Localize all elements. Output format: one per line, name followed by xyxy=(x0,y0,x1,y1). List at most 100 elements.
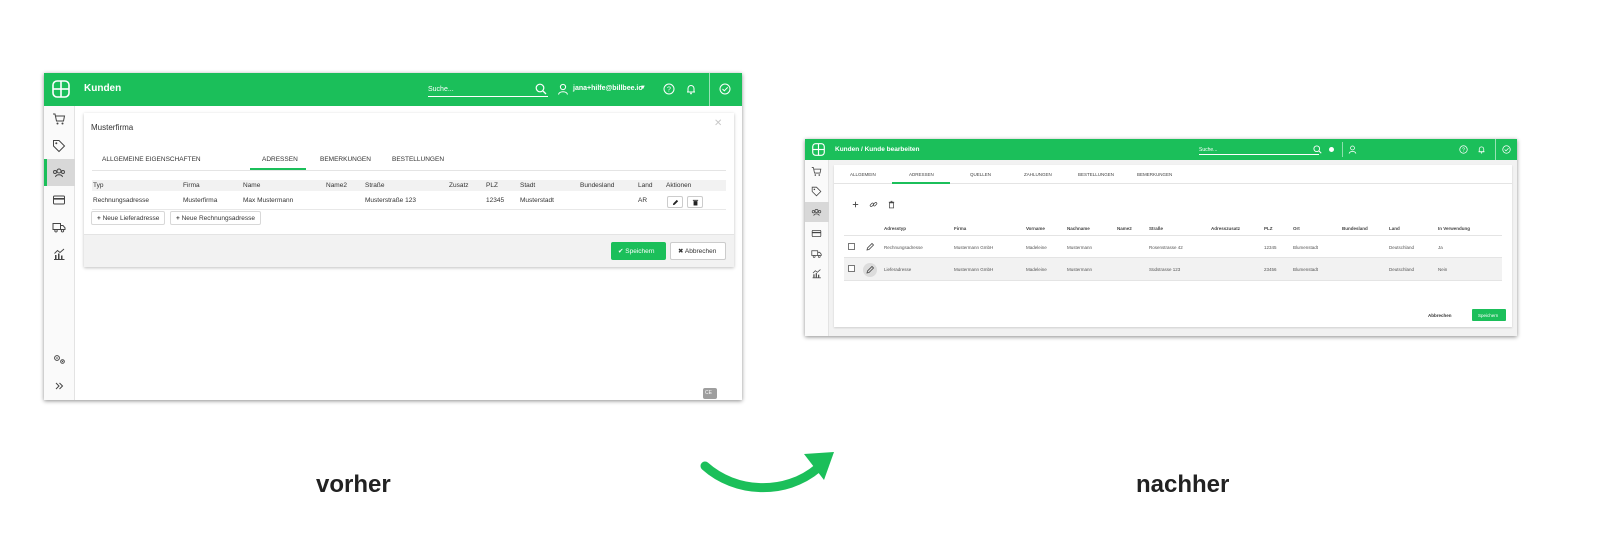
top-bar: Kunden Suche... jana+hilfe@billbee.io ▼ … xyxy=(44,73,742,106)
tag-icon[interactable] xyxy=(811,186,822,197)
check-circle-icon[interactable] xyxy=(719,83,731,95)
tab-general[interactable]: ALLGEMEINE EIGENSCHAFTEN xyxy=(102,156,201,163)
close-icon[interactable]: ✕ xyxy=(714,118,722,129)
active-tab-indicator xyxy=(892,182,950,184)
column-header: Land xyxy=(1389,226,1400,231)
delete-button[interactable] xyxy=(687,196,703,208)
analytics-icon[interactable] xyxy=(52,247,66,261)
cell-zip: 12345 xyxy=(486,197,505,204)
cell-city: Musterstadt xyxy=(520,197,554,204)
tab-orders[interactable]: Bestellungen xyxy=(1078,172,1114,177)
search-input[interactable]: Suche... xyxy=(1199,145,1319,155)
add-delivery-address-button[interactable]: + Neue Lieferadresse xyxy=(91,211,166,225)
cancel-label: Abbrechen xyxy=(684,248,717,255)
top-bar: Kunden / Kunde bearbeiten Suche... ? xyxy=(805,139,1517,160)
tab-orders[interactable]: BESTELLUNGEN xyxy=(392,156,444,163)
settings-icon[interactable] xyxy=(52,352,66,366)
truck-icon[interactable] xyxy=(52,220,66,234)
header-divider xyxy=(709,73,710,106)
save-button[interactable]: ✔ Speichern xyxy=(611,242,666,260)
breadcrumb: Kunden / Kunde bearbeiten xyxy=(835,146,920,153)
column-header: Firma xyxy=(183,182,200,189)
user-icon[interactable] xyxy=(557,83,569,95)
chevron-down-icon[interactable]: ▼ xyxy=(640,85,646,91)
bell-icon[interactable] xyxy=(685,83,697,95)
add-invoice-label: Neue Rechnungsadresse xyxy=(181,215,255,222)
credit-card-icon[interactable] xyxy=(52,193,66,207)
cell-type: Rechnungsadresse xyxy=(93,197,150,204)
search-input[interactable]: Suche... xyxy=(428,83,548,97)
column-header: PLZ xyxy=(1264,226,1273,231)
tab-addresses[interactable]: ADRESSEN xyxy=(262,156,298,163)
save-button[interactable]: Speichern xyxy=(1472,309,1506,321)
caption-after: nachher xyxy=(1136,471,1230,498)
trash-icon[interactable] xyxy=(887,200,896,209)
cancel-button[interactable]: ✖ Abbrechen xyxy=(670,242,726,260)
column-header: Ort xyxy=(1293,226,1300,231)
column-header: Land xyxy=(638,182,653,189)
tab-sources[interactable]: Quellen xyxy=(970,172,991,177)
column-header: In Verwendung xyxy=(1438,226,1471,231)
help-icon[interactable]: ? xyxy=(663,83,675,95)
user-icon[interactable] xyxy=(1348,145,1357,154)
tab-general[interactable]: Allgemein xyxy=(850,172,876,177)
svg-text:?: ? xyxy=(1462,147,1465,153)
tag-icon[interactable] xyxy=(52,139,66,153)
pencil-icon[interactable] xyxy=(865,265,875,275)
tab-remarks[interactable]: BEMERKUNGEN xyxy=(320,156,371,163)
cart-icon[interactable] xyxy=(811,166,822,177)
close-icon: ✖ xyxy=(678,248,685,255)
logo-icon[interactable] xyxy=(812,143,825,156)
cell-company: Mustermann GmbH xyxy=(954,267,994,272)
cell-company: Mustermann GmbH xyxy=(954,245,994,250)
cell-zip: 12345 xyxy=(1264,245,1277,250)
column-header: Aktionen xyxy=(666,182,692,189)
column-header: Zusatz xyxy=(449,182,469,189)
add-icon[interactable] xyxy=(851,200,860,209)
column-header: Name2 xyxy=(1117,226,1132,231)
header-divider xyxy=(1342,142,1343,157)
add-invoice-address-button[interactable]: + Neue Rechnungsadresse xyxy=(170,211,261,225)
column-header: Bundesland xyxy=(1342,226,1368,231)
column-header: Typ xyxy=(93,182,104,189)
bell-icon[interactable] xyxy=(1477,145,1486,154)
cancel-button[interactable]: Abbrechen xyxy=(1428,313,1452,318)
panel-footer: ✔ Speichern ✖ Abbrechen xyxy=(84,234,734,267)
logo-icon[interactable] xyxy=(52,80,70,98)
divider xyxy=(844,235,1502,236)
pencil-icon xyxy=(672,199,679,206)
edit-button[interactable] xyxy=(667,196,683,208)
tab-addresses[interactable]: Adressen xyxy=(909,172,934,177)
cart-icon[interactable] xyxy=(52,112,66,126)
pencil-icon[interactable] xyxy=(865,242,875,252)
column-header: Straße xyxy=(365,182,385,189)
link-icon[interactable] xyxy=(869,200,878,209)
panel-title: Musterfirma xyxy=(91,123,134,132)
cell-country: AR xyxy=(638,197,648,204)
user-menu[interactable]: jana+hilfe@billbee.io xyxy=(573,85,643,92)
search-icon[interactable] xyxy=(535,83,547,95)
row-checkbox[interactable] xyxy=(848,243,855,250)
cell-lastname: Mustermann xyxy=(1067,245,1093,250)
search-icon[interactable] xyxy=(1313,145,1322,154)
cell-address-type: Rechnungsadresse xyxy=(884,245,923,250)
expand-icon[interactable] xyxy=(52,379,66,393)
column-header: PLZ xyxy=(486,182,498,189)
credit-card-icon[interactable] xyxy=(811,228,822,239)
row-checkbox[interactable] xyxy=(848,265,855,272)
help-icon[interactable]: ? xyxy=(1459,145,1468,154)
customers-icon[interactable] xyxy=(52,166,66,180)
analytics-icon[interactable] xyxy=(811,268,822,279)
cell-firstname: Madeleine xyxy=(1026,245,1047,250)
add-delivery-label: Neue Lieferadresse xyxy=(102,215,160,222)
truck-icon[interactable] xyxy=(811,248,822,259)
tab-remarks[interactable]: Bemerkungen xyxy=(1137,172,1172,177)
customers-icon[interactable] xyxy=(811,207,822,218)
after-window: Kunden / Kunde bearbeiten Suche... ? All… xyxy=(805,139,1517,336)
cell-in-use: Ja xyxy=(1438,245,1443,250)
tab-payments[interactable]: Zahlungen xyxy=(1024,172,1052,177)
column-header: Adresstyp xyxy=(884,226,907,231)
divider xyxy=(844,280,1502,281)
cell-zip: 23456 xyxy=(1264,267,1277,272)
check-circle-icon[interactable] xyxy=(1502,145,1511,154)
